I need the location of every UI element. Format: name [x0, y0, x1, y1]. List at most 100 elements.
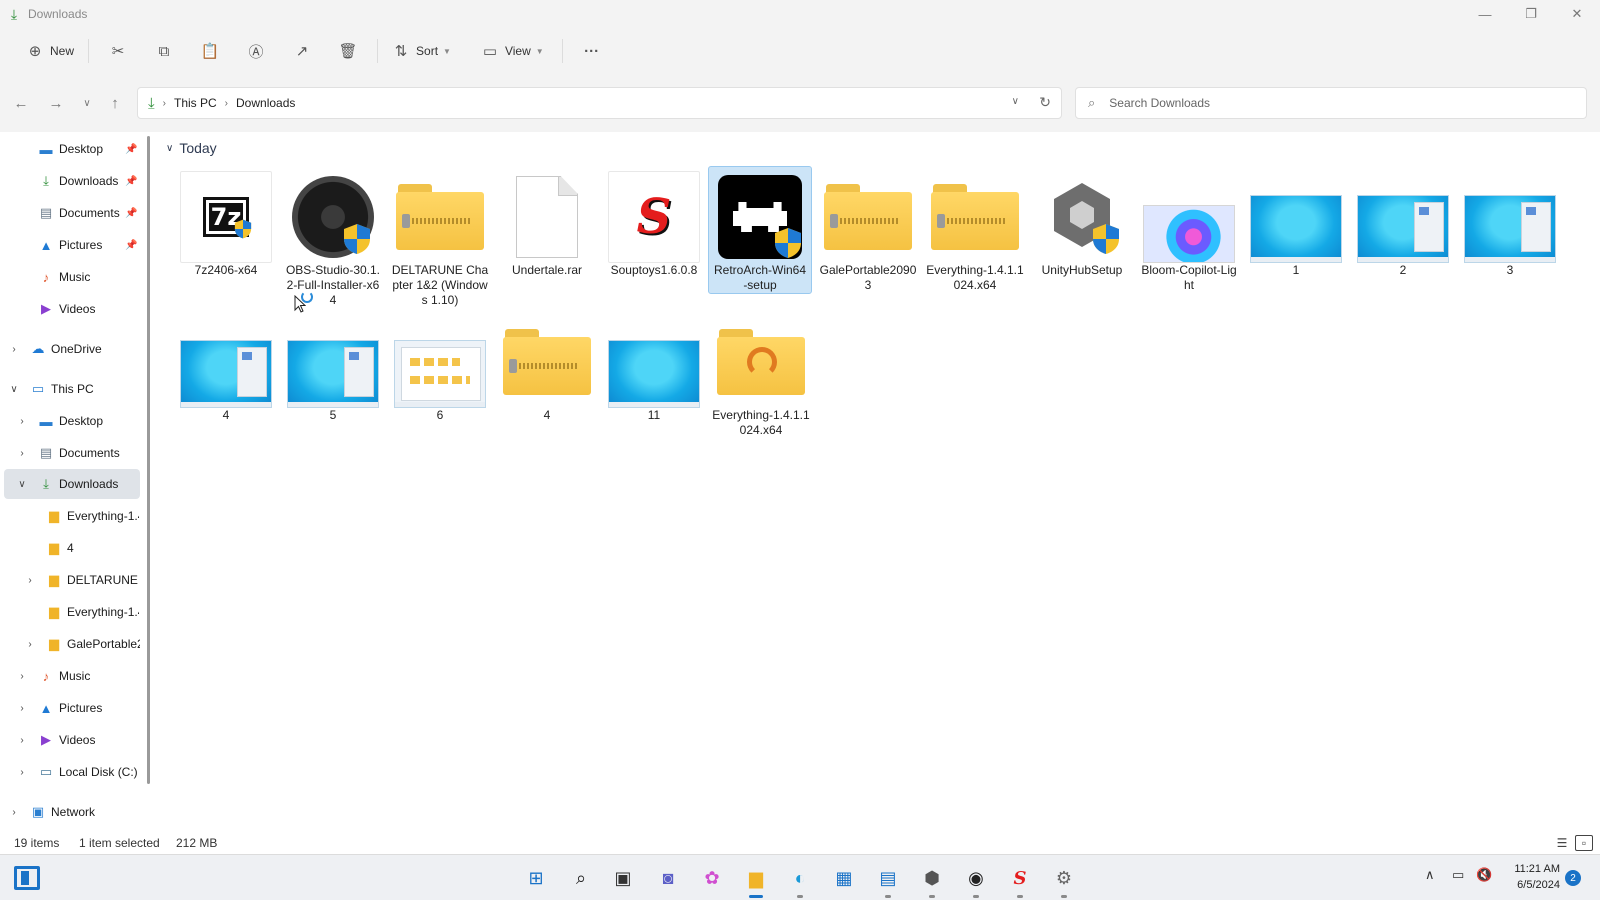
- souptoys-icon[interactable]: S: [1004, 862, 1036, 898]
- file-screenshot-11[interactable]: 11: [602, 312, 706, 423]
- sidebar-item-this-pc[interactable]: ∨ ▭ This PC: [0, 374, 140, 404]
- chevron-right-icon[interactable]: ›: [24, 639, 36, 650]
- sidebar-item-pc-music[interactable]: › ♪ Music: [0, 661, 140, 691]
- file-screenshot-3[interactable]: 3: [1458, 167, 1562, 278]
- close-button[interactable]: ✕: [1554, 0, 1600, 28]
- start-icon[interactable]: ⊞: [520, 862, 552, 894]
- more-options-button[interactable]: ···: [569, 35, 615, 67]
- file-screenshot-1[interactable]: 1: [1244, 167, 1348, 278]
- widgets-icon[interactable]: [14, 866, 40, 890]
- new-button[interactable]: ⊕ New: [18, 35, 82, 67]
- sidebar-item-desktop[interactable]: ▬ Desktop 📌: [0, 134, 140, 164]
- forward-button[interactable]: →: [44, 91, 68, 115]
- sidebar-item-pictures[interactable]: ▲ Pictures 📌: [0, 230, 140, 260]
- search-box[interactable]: ⌕: [1075, 87, 1587, 119]
- refresh-icon[interactable]: ↻: [1039, 94, 1051, 111]
- file-undertale-rar[interactable]: Undertale.rar: [495, 167, 599, 278]
- file-bloom-copilot-light[interactable]: Bloom-Copilot-Light: [1137, 167, 1241, 293]
- task-view-icon[interactable]: ▣: [607, 862, 639, 894]
- file-4-zip[interactable]: 4: [495, 312, 599, 423]
- edge-icon[interactable]: ◐: [784, 862, 816, 898]
- back-button[interactable]: ←: [9, 91, 33, 115]
- file-deltarune-zip[interactable]: DELTARUNE Chapter 1&2 (Windows 1.10): [388, 167, 492, 308]
- file-explorer-icon[interactable]: ▆: [740, 862, 772, 898]
- file-screenshot-6[interactable]: 6: [388, 312, 492, 423]
- sidebar-item-pc-desktop[interactable]: › ▬ Desktop: [0, 406, 140, 436]
- file-7z2406-x64[interactable]: 7z 7z2406-x64: [174, 167, 278, 278]
- rename-button[interactable]: Ⓐ: [233, 35, 279, 67]
- chevron-right-icon[interactable]: ›: [24, 575, 36, 586]
- file-screenshot-5[interactable]: 5: [281, 312, 385, 423]
- sidebar-item-documents[interactable]: ▤ Documents 📌: [0, 198, 140, 228]
- settings-icon[interactable]: ⚙: [1048, 862, 1080, 898]
- sidebar-item-music[interactable]: ♪ Music: [0, 262, 140, 292]
- chevron-down-icon[interactable]: ∨: [16, 479, 28, 490]
- sidebar-item-pc-downloads[interactable]: ∨ ⤓ Downloads: [4, 469, 140, 499]
- pin-icon: 📌: [125, 239, 138, 251]
- file-unityhub-setup[interactable]: UnityHubSetup: [1030, 167, 1134, 278]
- chevron-right-icon[interactable]: ›: [8, 344, 20, 355]
- sidebar-item-4[interactable]: ▆ 4: [0, 533, 140, 563]
- paste-button[interactable]: 📋: [187, 35, 233, 67]
- file-everything-zip[interactable]: Everything-1.4.1.1024.x64: [923, 167, 1027, 293]
- file-screenshot-2[interactable]: 2: [1351, 167, 1455, 278]
- sidebar-scrollbar[interactable]: [147, 136, 150, 784]
- sidebar-item-deltarune[interactable]: › ▆ DELTARUNE C: [0, 565, 140, 595]
- sidebar-item-everything-zip[interactable]: ▆ Everything-1.4: [0, 597, 140, 627]
- details-view-button[interactable]: ☰: [1553, 835, 1571, 851]
- view-button[interactable]: ▭ View ▼: [473, 35, 552, 67]
- network-status-icon[interactable]: ▭: [1452, 867, 1464, 883]
- up-button[interactable]: ↑: [103, 91, 127, 115]
- file-everything-folder[interactable]: Everything-1.4.1.1024.x64: [709, 312, 813, 438]
- large-icons-view-button[interactable]: ▫: [1575, 835, 1593, 851]
- sidebar-item-onedrive[interactable]: › ☁ OneDrive: [0, 334, 140, 364]
- show-hidden-icons-icon[interactable]: ∧: [1425, 867, 1435, 883]
- chevron-down-icon[interactable]: ∨: [8, 384, 20, 395]
- share-button[interactable]: ↗: [279, 35, 325, 67]
- delete-button[interactable]: 🗑: [325, 35, 371, 67]
- cut-button[interactable]: ✂: [95, 35, 141, 67]
- recent-locations-button[interactable]: ∨: [75, 91, 99, 115]
- sidebar-item-downloads[interactable]: ⤓ Downloads 📌: [0, 166, 140, 196]
- breadcrumb-downloads[interactable]: Downloads: [236, 96, 295, 110]
- teams-icon[interactable]: ◙: [652, 862, 684, 894]
- sidebar-item-pc-videos[interactable]: › ▶ Videos: [0, 725, 140, 755]
- breadcrumb-this-pc[interactable]: This PC: [174, 96, 217, 110]
- store-icon[interactable]: ▦: [828, 862, 860, 894]
- sidebar-item-network[interactable]: › ▣ Network: [0, 797, 140, 827]
- search-input[interactable]: [1109, 96, 1530, 110]
- chevron-right-icon[interactable]: ›: [16, 767, 28, 778]
- file-galeportable-zip[interactable]: GalePortable20903: [816, 167, 920, 293]
- file-screenshot-4[interactable]: 4: [174, 312, 278, 423]
- file-obs-installer[interactable]: OBS-Studio-30.1.2-Full-Installer-x64: [281, 167, 385, 308]
- group-header-today[interactable]: ∨ Today: [166, 140, 217, 156]
- copilot-icon[interactable]: ✿: [696, 862, 728, 894]
- notification-badge[interactable]: 2: [1565, 870, 1581, 886]
- sidebar-item-pc-pictures[interactable]: › ▲ Pictures: [0, 693, 140, 723]
- sidebar-item-pc-documents[interactable]: › ▤ Documents: [0, 438, 140, 468]
- chevron-right-icon[interactable]: ›: [16, 703, 28, 714]
- sidebar-item-galeportable[interactable]: › ▆ GalePortable2: [0, 629, 140, 659]
- chevron-right-icon[interactable]: ›: [16, 735, 28, 746]
- clock[interactable]: 11:21 AM 6/5/2024: [1500, 861, 1560, 893]
- file-souptoys[interactable]: S Souptoys1.6.0.8: [602, 167, 706, 278]
- notepad-icon[interactable]: ▤: [872, 862, 904, 898]
- chevron-right-icon[interactable]: ›: [8, 807, 20, 818]
- chevron-right-icon[interactable]: ›: [16, 416, 28, 427]
- copy-button[interactable]: ⧉: [141, 35, 187, 67]
- sidebar-item-videos[interactable]: ▶ Videos: [0, 294, 140, 324]
- file-retroarch-setup[interactable]: RetroArch-Win64-setup: [708, 166, 812, 294]
- sidebar-item-everything-folder[interactable]: ▆ Everything-1.4: [0, 501, 140, 531]
- volume-muted-icon[interactable]: 🔇: [1476, 867, 1492, 883]
- chevron-right-icon[interactable]: ›: [16, 448, 28, 459]
- minimize-button[interactable]: —: [1462, 0, 1508, 28]
- obs-icon[interactable]: ◉: [960, 862, 992, 898]
- maximize-button[interactable]: ❐: [1508, 0, 1554, 28]
- search-icon[interactable]: ⌕: [565, 862, 597, 894]
- sort-button[interactable]: ⇅ Sort ▼: [384, 35, 459, 67]
- sidebar-item-local-disk[interactable]: › ▭ Local Disk (C:): [0, 757, 140, 787]
- unity-icon[interactable]: ⬢: [916, 862, 948, 898]
- chevron-right-icon[interactable]: ›: [16, 671, 28, 682]
- address-dropdown-icon[interactable]: ∨: [1012, 96, 1019, 107]
- address-bar[interactable]: ⤓ › This PC › Downloads ∨ ↻: [137, 87, 1062, 119]
